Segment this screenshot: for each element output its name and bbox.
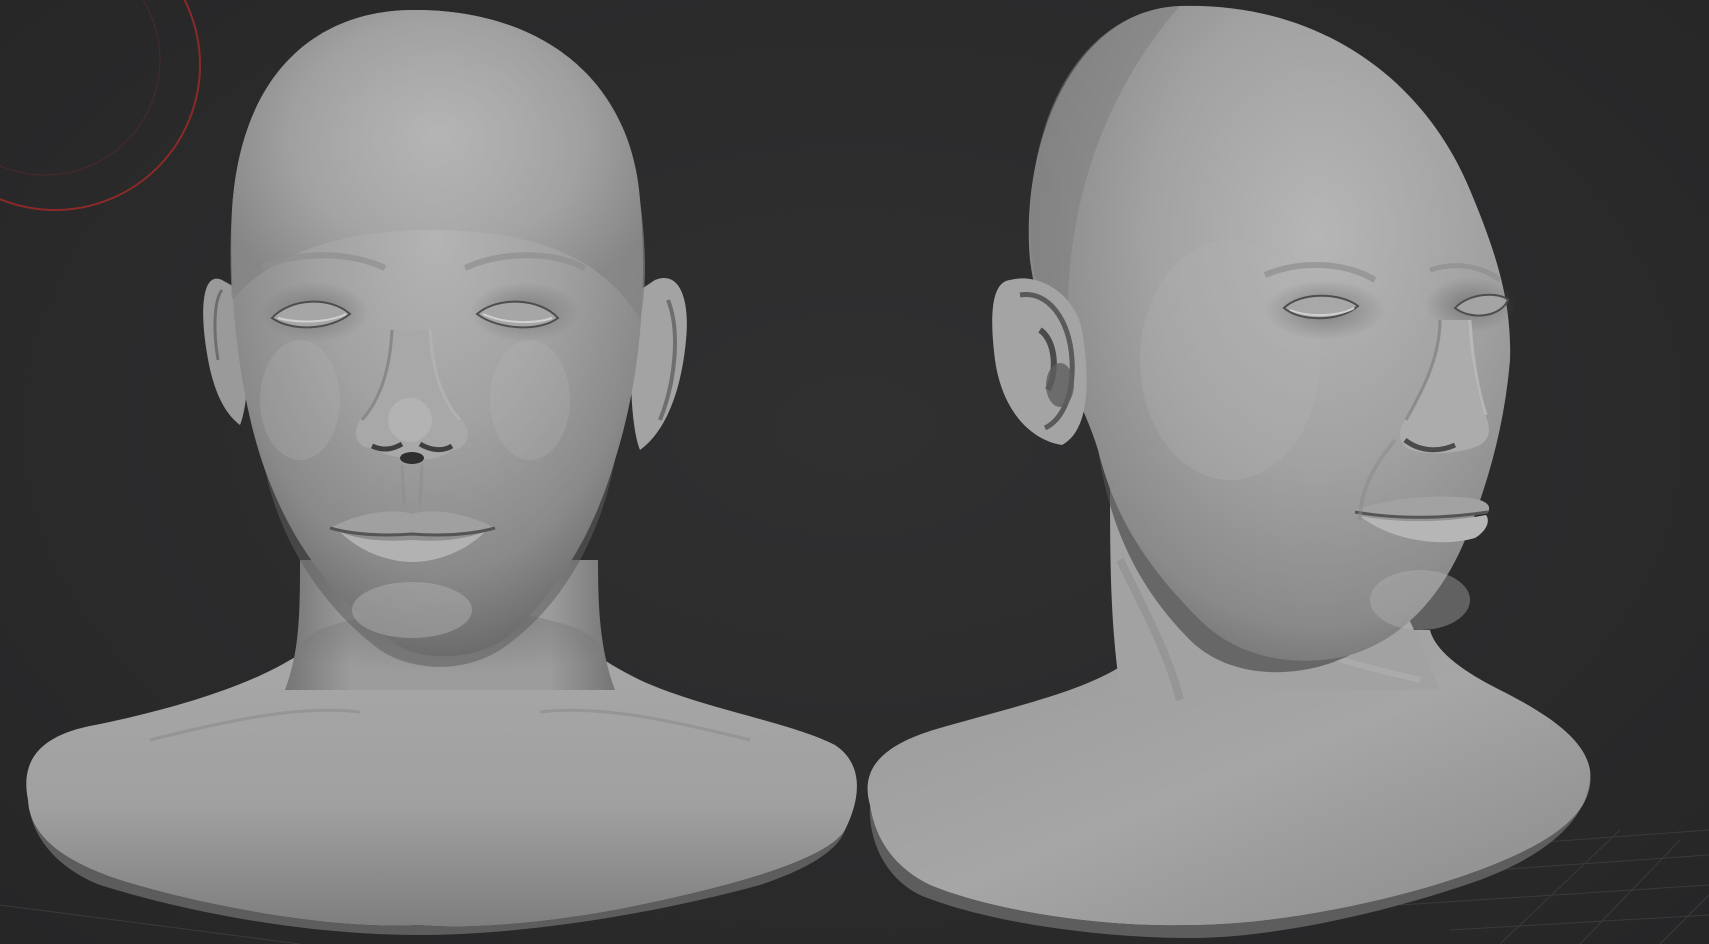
- sculpted-head-front-view[interactable]: [26, 9, 857, 935]
- sculpt-viewport[interactable]: [0, 0, 1709, 944]
- brush-circle-icon: [0, 0, 201, 211]
- sculpted-head-three-quarter-view[interactable]: [867, 5, 1591, 938]
